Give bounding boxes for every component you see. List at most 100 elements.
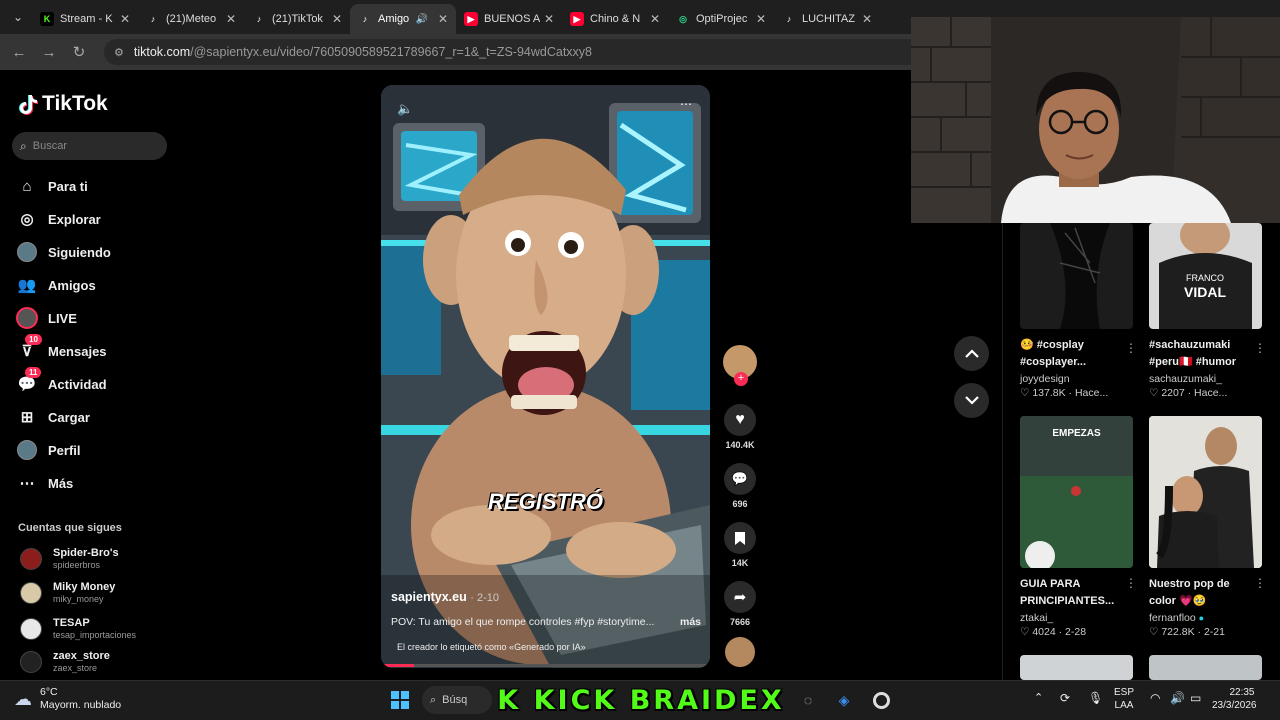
recommended-card-3[interactable]: EMPEZAS GUIA PARA PRINCIPIANTES... ztakai… bbox=[1020, 416, 1137, 638]
card-thumb-text: EMPEZAS bbox=[1052, 428, 1101, 439]
account-name: zaex_store bbox=[53, 650, 110, 662]
browser-tab[interactable]: ◎ OptiProjec ✕ bbox=[668, 4, 774, 34]
close-tab-icon[interactable]: ✕ bbox=[862, 12, 872, 26]
following-account[interactable]: Miky Money miky_money bbox=[20, 579, 115, 607]
browser-tab[interactable]: ♪ LUCHITAZ ✕ bbox=[774, 4, 880, 34]
taskbar-search[interactable]: ⌕ Búsq bbox=[422, 686, 492, 714]
browser-tab[interactable]: K Stream - K ✕ bbox=[32, 4, 138, 34]
recommended-card-6[interactable] bbox=[1149, 655, 1262, 680]
video-author[interactable]: sapientyx.eu bbox=[391, 590, 467, 604]
reload-button[interactable]: ↻ bbox=[64, 43, 94, 61]
language-indicator[interactable]: ESP LAA bbox=[1114, 686, 1134, 712]
card-meta: ♡ 137.8K · Hace... bbox=[1020, 387, 1109, 399]
tiktok-logo[interactable]: TikTok bbox=[18, 92, 108, 116]
card-thumbnail[interactable]: EMPEZAS bbox=[1020, 416, 1133, 568]
card-meta: ♡ 4024 · 2-28 bbox=[1020, 626, 1087, 638]
close-tab-icon[interactable]: ✕ bbox=[650, 12, 660, 26]
taskbar-app-icon[interactable]: ◌ bbox=[798, 688, 818, 712]
card-user[interactable]: joyydesign bbox=[1020, 373, 1133, 385]
mute-icon[interactable]: 🔈 bbox=[397, 101, 413, 117]
audio-icon[interactable]: 🔊 bbox=[415, 14, 427, 25]
tab-title: Amigo bbox=[378, 13, 410, 25]
menu-item-explorar[interactable]: ◎ Explorar bbox=[16, 206, 101, 232]
video-player[interactable]: 🔈 ⋯ REGISTRÓ sapientyx.eu · 2-10 POV: Tu… bbox=[381, 85, 710, 668]
menu-item-más[interactable]: ⋯ Más bbox=[16, 470, 74, 496]
card-menu-icon[interactable]: ⋮ bbox=[1254, 576, 1266, 590]
card-thumbnail[interactable]: FRANCO VIDAL bbox=[1149, 223, 1262, 329]
wifi-icon[interactable]: ◠ bbox=[1150, 692, 1160, 705]
url-path: /@sapientyx.eu/video/7605090589521789667… bbox=[190, 45, 593, 59]
recommended-card-5[interactable] bbox=[1020, 655, 1133, 680]
close-tab-icon[interactable]: ✕ bbox=[332, 12, 342, 26]
browser-tab[interactable]: ♪ Amigo 🔊 ✕ bbox=[350, 4, 456, 34]
menu-item-siguiendo[interactable]: Siguiendo bbox=[16, 239, 111, 265]
card-thumbnail[interactable] bbox=[1020, 223, 1133, 329]
close-tab-icon[interactable]: ✕ bbox=[120, 12, 130, 26]
tiktok-icon: ♪ bbox=[150, 14, 156, 24]
following-account[interactable]: TESAP tesap_importaciones bbox=[20, 615, 136, 643]
tray-chevron-icon[interactable]: ⌃ bbox=[1034, 692, 1043, 705]
close-tab-icon[interactable]: ✕ bbox=[226, 12, 236, 26]
site-info-icon[interactable]: ⚙ bbox=[114, 46, 124, 59]
card-thumbnail[interactable] bbox=[1020, 655, 1133, 680]
sync-icon[interactable]: ⟳ bbox=[1060, 692, 1070, 705]
more-link[interactable]: más bbox=[680, 616, 701, 628]
volume-icon[interactable]: 🔊 bbox=[1170, 692, 1185, 705]
menu-item-para-ti[interactable]: ⌂ Para ti bbox=[16, 173, 87, 199]
card-menu-icon[interactable]: ⋮ bbox=[1254, 341, 1266, 355]
menu-item-mensajes[interactable]: ⊽ 10 Mensajes bbox=[16, 334, 107, 364]
browser-tab[interactable]: ▶ Chino & N ✕ bbox=[562, 4, 668, 34]
menu-label: Explorar bbox=[48, 211, 101, 227]
card-menu-icon[interactable]: ⋮ bbox=[1125, 576, 1137, 590]
recommended-card-4[interactable]: Nuestro pop de color 💗🥹 fernanfloo ● ♡ 72… bbox=[1149, 416, 1266, 638]
close-tab-icon[interactable]: ✕ bbox=[438, 12, 448, 26]
recommended-card-1[interactable]: 🤒 #cosplay #cosplayer... joyydesign ♡ 137… bbox=[1020, 223, 1137, 399]
menu-item-perfil[interactable]: Perfil bbox=[16, 437, 81, 463]
video-progress-bar[interactable] bbox=[381, 664, 710, 667]
share-button[interactable]: ➦ 7666 bbox=[722, 581, 758, 627]
start-button[interactable] bbox=[388, 688, 412, 712]
card-user[interactable]: ztakai_ bbox=[1020, 612, 1133, 624]
share-icon: ➦ bbox=[733, 589, 747, 606]
close-tab-icon[interactable]: ✕ bbox=[544, 12, 554, 26]
close-tab-icon[interactable]: ✕ bbox=[756, 12, 766, 26]
recommended-card-2[interactable]: FRANCO VIDAL #sachauzumaki #peru🇵🇪 #humor … bbox=[1149, 223, 1266, 399]
previous-video-button[interactable] bbox=[954, 336, 989, 371]
card-user[interactable]: sachauzumaki_ bbox=[1149, 373, 1262, 385]
address-bar[interactable]: ⚙ tiktok.com/@sapientyx.eu/video/7605090… bbox=[104, 39, 924, 65]
menu-item-actividad[interactable]: 💬 11 Actividad bbox=[16, 367, 107, 397]
clock[interactable]: 22:35 23/3/2026 bbox=[1212, 686, 1257, 712]
card-user[interactable]: fernanfloo ● bbox=[1149, 612, 1262, 624]
menu-item-amigos[interactable]: 👥 Amigos bbox=[16, 272, 96, 298]
following-account[interactable]: zaex_store zaex_store bbox=[20, 648, 110, 676]
follow-plus-icon[interactable]: + bbox=[734, 372, 748, 386]
browser-tab[interactable]: ▶ BUENOS A ✕ bbox=[456, 4, 562, 34]
menu-item-cargar[interactable]: ⊞ Cargar bbox=[16, 404, 90, 430]
browser-tab[interactable]: ♪ (21)TikTok ✕ bbox=[244, 4, 350, 34]
microphone-icon[interactable]: 🎙 bbox=[1088, 692, 1103, 705]
card-menu-icon[interactable]: ⋮ bbox=[1125, 341, 1137, 355]
verified-icon: ● bbox=[1198, 613, 1205, 623]
next-video-button[interactable] bbox=[954, 383, 989, 418]
card-thumbnail[interactable] bbox=[1149, 655, 1262, 680]
save-button[interactable]: 14K bbox=[722, 522, 758, 568]
card-thumbnail[interactable] bbox=[1149, 416, 1262, 568]
battery-icon[interactable]: ▭ bbox=[1190, 692, 1201, 705]
forward-button[interactable]: → bbox=[34, 44, 64, 61]
comment-button[interactable]: 💬 696 bbox=[722, 463, 758, 509]
taskbar-app-icon[interactable]: ◈ bbox=[834, 688, 854, 712]
search-input[interactable]: ⌕ Buscar bbox=[12, 132, 167, 160]
menu-label: Amigos bbox=[48, 277, 96, 293]
obs-icon[interactable] bbox=[870, 688, 892, 712]
sound-avatar[interactable] bbox=[722, 637, 758, 667]
like-button[interactable]: ♥ 140.4K bbox=[722, 404, 758, 450]
video-options-icon[interactable]: ⋯ bbox=[680, 97, 692, 111]
following-account[interactable]: Spider-Bro's spideerbros bbox=[20, 545, 119, 573]
back-button[interactable]: ← bbox=[4, 44, 34, 61]
menu-item-live[interactable]: LIVE bbox=[16, 305, 77, 331]
weather-widget[interactable]: ☁ 6°C Mayorm. nublado bbox=[14, 686, 121, 712]
creator-avatar[interactable]: + bbox=[722, 345, 758, 386]
bookmark-icon bbox=[735, 531, 745, 545]
tab-search-button[interactable]: ⌄ bbox=[4, 3, 32, 31]
browser-tab[interactable]: ♪ (21)Meteo ✕ bbox=[138, 4, 244, 34]
